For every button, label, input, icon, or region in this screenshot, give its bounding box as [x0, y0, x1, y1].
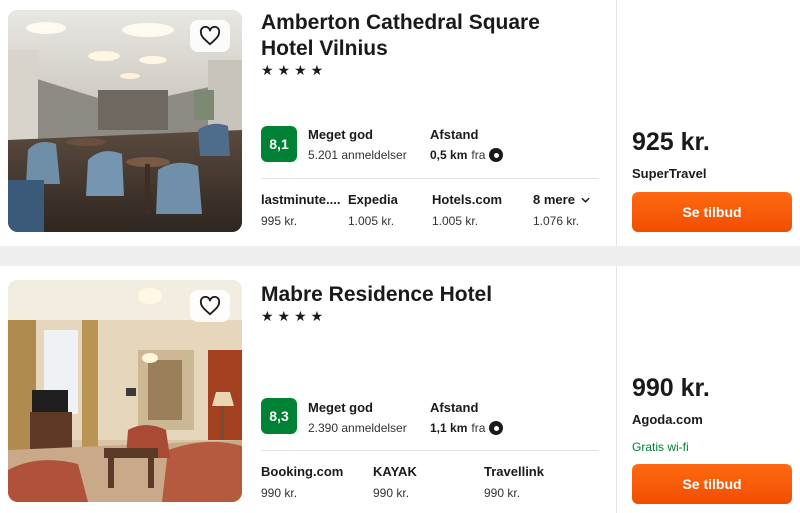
- favorite-button[interactable]: [190, 20, 230, 52]
- provider-name: Expedia: [348, 192, 398, 207]
- hotel-name[interactable]: Amberton Cathedral Square Hotel Vilnius: [261, 10, 591, 62]
- hotel-name[interactable]: Mabre Residence Hotel: [261, 282, 591, 308]
- vertical-divider: [616, 0, 617, 246]
- provider-price: 990 kr.: [261, 486, 298, 500]
- provider-offer[interactable]: Expedia 1.005 kr.: [348, 192, 398, 228]
- distance-label: Afstand: [430, 127, 479, 142]
- provider-offer[interactable]: KAYAK 990 kr.: [373, 464, 417, 500]
- provider-price: 1.005 kr.: [432, 214, 479, 228]
- provider-name: lastminute....: [261, 192, 341, 207]
- divider: [261, 178, 599, 179]
- star-rating: ★★★★: [261, 62, 328, 78]
- provider-price: 1.076 kr.: [533, 214, 580, 228]
- more-providers-text: 8 mere: [533, 192, 575, 207]
- more-providers-button[interactable]: 8 mere 1.076 kr.: [533, 192, 590, 228]
- provider-name: Hotels.com: [432, 192, 503, 207]
- review-score-badge: 8,3: [261, 398, 297, 434]
- hotel-photo[interactable]: [8, 280, 242, 502]
- review-count: 2.390 anmeldelser: [308, 421, 407, 435]
- best-price: 990 kr.: [632, 374, 710, 402]
- hotel-result-card[interactable]: Amberton Cathedral Square Hotel Vilnius …: [0, 0, 800, 246]
- heart-icon: [199, 296, 221, 316]
- heart-icon: [199, 26, 221, 46]
- chevron-down-icon: [581, 197, 590, 203]
- location-pin-icon[interactable]: [489, 421, 504, 435]
- best-price: 925 kr.: [632, 128, 710, 156]
- distance-label: Afstand: [430, 400, 479, 415]
- distance-suffix: fra: [471, 148, 486, 162]
- star-rating: ★★★★: [261, 308, 328, 324]
- hotel-result-card[interactable]: Mabre Residence Hotel ★★★★ 8,3 Meget god…: [0, 266, 800, 513]
- provider-name: Travellink: [484, 464, 544, 479]
- provider-name: Booking.com: [261, 464, 344, 479]
- distance-suffix: fra: [471, 421, 486, 435]
- provider-offer[interactable]: Travellink 990 kr.: [484, 464, 544, 500]
- rating-label: Meget god: [308, 127, 373, 142]
- favorite-button[interactable]: [190, 290, 230, 322]
- distance-km: 0,5 km: [430, 148, 468, 162]
- rating-label: Meget god: [308, 400, 373, 415]
- provider-offer[interactable]: lastminute.... 995 kr.: [261, 192, 340, 228]
- location-pin-icon[interactable]: [489, 148, 504, 162]
- best-price-site: SuperTravel: [632, 166, 707, 181]
- distance-km: 1,1 km: [430, 421, 468, 435]
- vertical-divider: [616, 266, 617, 513]
- distance-value: 1,1 km fra: [430, 421, 504, 435]
- provider-price: 995 kr.: [261, 214, 298, 228]
- review-score-badge: 8,1: [261, 126, 297, 162]
- provider-price: 1.005 kr.: [348, 214, 395, 228]
- provider-offer[interactable]: Booking.com 990 kr.: [261, 464, 343, 500]
- provider-price: 990 kr.: [373, 486, 410, 500]
- divider: [261, 450, 599, 451]
- review-count: 5.201 anmeldelser: [308, 148, 407, 162]
- perk-label: Gratis wi-fi: [632, 440, 689, 454]
- provider-price: 990 kr.: [484, 486, 521, 500]
- distance-value: 0,5 km fra: [430, 148, 504, 162]
- more-providers-label: 8 mere: [533, 192, 590, 207]
- provider-name: KAYAK: [373, 464, 417, 479]
- view-deal-button[interactable]: Se tilbud: [632, 464, 792, 504]
- provider-offer[interactable]: Hotels.com 1.005 kr.: [432, 192, 502, 228]
- best-price-site: Agoda.com: [632, 412, 703, 427]
- view-deal-button[interactable]: Se tilbud: [632, 192, 792, 232]
- hotel-photo[interactable]: [8, 10, 242, 232]
